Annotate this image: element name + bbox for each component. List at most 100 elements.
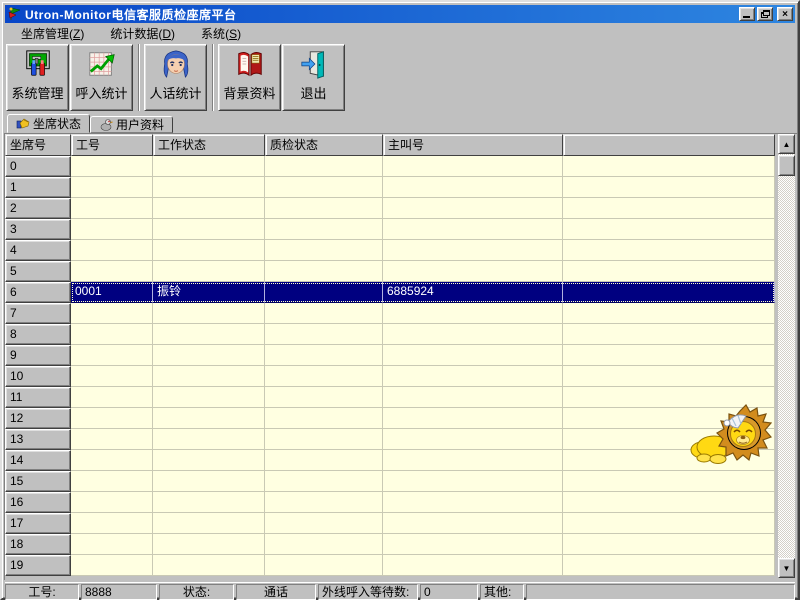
menu-item-system[interactable]: 系统(S) (193, 24, 249, 43)
caller-number-cell[interactable] (383, 387, 563, 408)
tab-user-info[interactable]: 用户资料 (90, 116, 173, 133)
filler-cell[interactable] (563, 534, 775, 555)
worker-id-cell[interactable] (71, 219, 153, 240)
row-header-cell[interactable]: 14 (5, 450, 71, 471)
worker-id-cell[interactable]: 0001 (71, 282, 153, 303)
worker-id-cell[interactable] (71, 513, 153, 534)
caller-number-cell[interactable] (383, 429, 563, 450)
row-header-cell[interactable]: 3 (5, 219, 71, 240)
qc-status-cell[interactable] (265, 240, 383, 261)
row-header-cell[interactable]: 6 (5, 282, 71, 303)
column-header-caller[interactable]: 主叫号 (383, 134, 563, 156)
row-header-cell[interactable]: 18 (5, 534, 71, 555)
work-status-cell[interactable] (153, 366, 265, 387)
worker-id-cell[interactable] (71, 471, 153, 492)
row-header-cell[interactable]: 19 (5, 555, 71, 576)
table-row[interactable]: 15 (5, 471, 775, 492)
filler-cell[interactable] (563, 513, 775, 534)
work-status-cell[interactable] (153, 156, 265, 177)
worker-id-cell[interactable] (71, 555, 153, 576)
work-status-cell[interactable] (153, 324, 265, 345)
caller-number-cell[interactable]: 6885924 (383, 282, 563, 303)
restore-button[interactable] (757, 7, 773, 21)
table-row[interactable]: 14 (5, 450, 775, 471)
row-header-cell[interactable]: 7 (5, 303, 71, 324)
qc-status-cell[interactable] (265, 345, 383, 366)
caller-number-cell[interactable] (383, 198, 563, 219)
work-status-cell[interactable] (153, 219, 265, 240)
filler-cell[interactable] (563, 555, 775, 576)
column-header-workstatus[interactable]: 工作状态 (153, 134, 265, 156)
row-header-cell[interactable]: 2 (5, 198, 71, 219)
row-header-cell[interactable]: 13 (5, 429, 71, 450)
table-row[interactable]: 60001振铃 6885924 (5, 282, 775, 303)
caller-number-cell[interactable] (383, 240, 563, 261)
worker-id-cell[interactable] (71, 450, 153, 471)
work-status-cell[interactable] (153, 534, 265, 555)
filler-cell[interactable] (563, 282, 775, 303)
caller-number-cell[interactable] (383, 177, 563, 198)
qc-status-cell[interactable] (265, 366, 383, 387)
worker-id-cell[interactable] (71, 177, 153, 198)
table-row[interactable]: 8 (5, 324, 775, 345)
filler-cell[interactable] (563, 471, 775, 492)
table-row[interactable]: 18 (5, 534, 775, 555)
qc-status-cell[interactable] (265, 177, 383, 198)
caller-number-cell[interactable] (383, 345, 563, 366)
table-row[interactable]: 12 (5, 408, 775, 429)
work-status-cell[interactable] (153, 492, 265, 513)
table-row[interactable]: 2 (5, 198, 775, 219)
table-row[interactable]: 10 (5, 366, 775, 387)
menu-item-statistics[interactable]: 统计数据(D) (102, 24, 183, 43)
work-status-cell[interactable] (153, 513, 265, 534)
qc-status-cell[interactable] (265, 156, 383, 177)
caller-number-cell[interactable] (383, 492, 563, 513)
menu-item-seat-management[interactable]: 坐席管理(Z) (13, 24, 92, 43)
work-status-cell[interactable] (153, 429, 265, 450)
filler-cell[interactable] (563, 240, 775, 261)
voice-stats-button[interactable]: 人话统计 (144, 44, 207, 111)
table-row[interactable]: 13 (5, 429, 775, 450)
qc-status-cell[interactable] (265, 261, 383, 282)
table-row[interactable]: 19 (5, 555, 775, 576)
row-header-cell[interactable]: 0 (5, 156, 71, 177)
qc-status-cell[interactable] (265, 303, 383, 324)
work-status-cell[interactable]: 振铃 (153, 282, 265, 303)
tab-seat-status[interactable]: 坐席状态 (7, 114, 90, 133)
row-header-cell[interactable]: 11 (5, 387, 71, 408)
table-row[interactable]: 5 (5, 261, 775, 282)
qc-status-cell[interactable] (265, 534, 383, 555)
row-header-cell[interactable]: 5 (5, 261, 71, 282)
table-row[interactable]: 16 (5, 492, 775, 513)
scroll-up-button[interactable]: ▲ (778, 134, 795, 154)
worker-id-cell[interactable] (71, 156, 153, 177)
work-status-cell[interactable] (153, 408, 265, 429)
worker-id-cell[interactable] (71, 408, 153, 429)
caller-number-cell[interactable] (383, 303, 563, 324)
table-row[interactable]: 11 (5, 387, 775, 408)
qc-status-cell[interactable] (265, 324, 383, 345)
filler-cell[interactable] (563, 198, 775, 219)
background-info-button[interactable]: 背景资料 (218, 44, 281, 111)
caller-number-cell[interactable] (383, 261, 563, 282)
table-row[interactable]: 9 (5, 345, 775, 366)
worker-id-cell[interactable] (71, 240, 153, 261)
caller-number-cell[interactable] (383, 366, 563, 387)
incoming-call-stats-button[interactable]: 呼入统计 (70, 44, 133, 111)
exit-button[interactable]: 退出 (282, 44, 345, 111)
qc-status-cell[interactable] (265, 513, 383, 534)
qc-status-cell[interactable] (265, 471, 383, 492)
column-header-worker[interactable]: 工号 (71, 134, 153, 156)
caller-number-cell[interactable] (383, 555, 563, 576)
qc-status-cell[interactable] (265, 282, 383, 303)
worker-id-cell[interactable] (71, 303, 153, 324)
filler-cell[interactable] (563, 303, 775, 324)
filler-cell[interactable] (563, 366, 775, 387)
qc-status-cell[interactable] (265, 219, 383, 240)
filler-cell[interactable] (563, 177, 775, 198)
filler-cell[interactable] (563, 156, 775, 177)
qc-status-cell[interactable] (265, 387, 383, 408)
row-header-cell[interactable]: 10 (5, 366, 71, 387)
vertical-scrollbar[interactable]: ▲ ▼ (778, 134, 795, 578)
title-bar[interactable]: Utron-Monitor电信客服质检座席平台 × (5, 5, 795, 23)
